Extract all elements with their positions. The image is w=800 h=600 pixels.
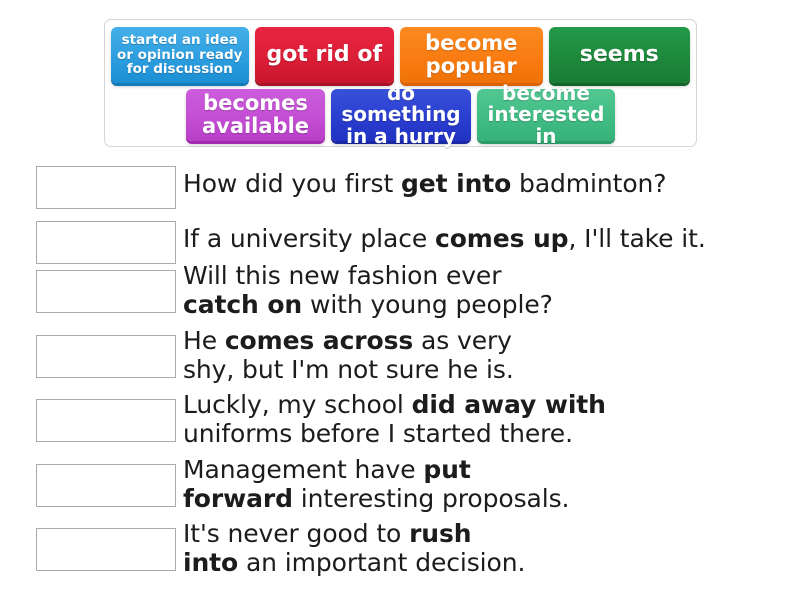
word-tile[interactable]: started an idea or opinion ready for dis… <box>111 27 249 83</box>
sentence-before: He <box>183 325 225 355</box>
question-sentence: He comes across as very shy, but I'm not… <box>183 326 514 385</box>
word-tile[interactable]: seems <box>548 27 690 83</box>
sentence-before: Will this new fashion ever <box>183 261 502 290</box>
sentence-before: If a university place <box>183 224 435 253</box>
sentence-before: Management have <box>183 454 424 484</box>
question-sentence: How did you first get into badminton? <box>183 169 667 198</box>
sentence-after: interesting proposals. <box>292 483 570 513</box>
question-row: It's never good to rush into an importan… <box>0 519 800 578</box>
phrasal-verb: catch on <box>183 290 303 320</box>
phrasal-verb: did away with <box>411 390 606 419</box>
question-sentence: It's never good to rush into an importan… <box>183 519 525 578</box>
question-row: How did you first get into badminton? <box>0 166 800 209</box>
question-row: Luckly, my school did away with uniforms… <box>0 390 800 449</box>
answer-drop-box[interactable] <box>36 221 176 264</box>
answer-drop-box[interactable] <box>36 270 176 313</box>
word-tile[interactable]: become popular <box>400 27 543 83</box>
sentence-after: with young people? <box>302 290 553 320</box>
answer-drop-box[interactable] <box>36 334 176 378</box>
question-sentence: Management have put forward interesting … <box>183 455 569 514</box>
phrasal-verb: comes across <box>224 325 414 355</box>
answer-drop-box[interactable] <box>36 463 176 507</box>
sentence-after: uniforms before I started there. <box>183 419 573 449</box>
word-bank-panel: started an idea or opinion ready for dis… <box>104 19 697 147</box>
word-tile[interactable]: got rid of <box>254 27 395 83</box>
question-row: He comes across as very shy, but I'm not… <box>0 326 800 385</box>
sentence-before: How did you first <box>183 169 401 198</box>
sentence-after: , I'll take it. <box>568 224 706 253</box>
tile-row-1: started an idea or opinion ready for dis… <box>111 27 690 83</box>
sentence-before: Luckly, my school <box>183 390 412 419</box>
question-row: Management have put forward interesting … <box>0 455 800 514</box>
word-tile[interactable]: do something in a hurry <box>331 82 471 147</box>
tile-row-2: becomes available do something in a hurry… <box>111 82 690 147</box>
question-sentence: If a university place comes up, I'll tak… <box>183 224 706 253</box>
answer-drop-box[interactable] <box>36 528 176 571</box>
question-sentence: Will this new fashion ever catch on with… <box>183 261 553 320</box>
answer-drop-box[interactable] <box>36 399 176 442</box>
question-sentence: Luckly, my school did away with uniforms… <box>183 390 606 449</box>
sentence-after: badminton? <box>511 169 667 198</box>
phrasal-verb: get into <box>401 169 512 198</box>
answer-drop-box[interactable] <box>36 166 176 209</box>
question-list: How did you first get into badminton? If … <box>0 166 800 578</box>
word-tile[interactable]: become interested in <box>477 82 615 147</box>
question-row: Will this new fashion ever catch on with… <box>0 261 800 320</box>
sentence-before: It's never good to <box>183 519 410 548</box>
question-row: If a university place comes up, I'll tak… <box>0 221 800 264</box>
word-tile[interactable]: becomes available <box>186 89 325 141</box>
sentence-after: an important decision. <box>238 548 526 578</box>
phrasal-verb: comes up <box>435 224 569 253</box>
